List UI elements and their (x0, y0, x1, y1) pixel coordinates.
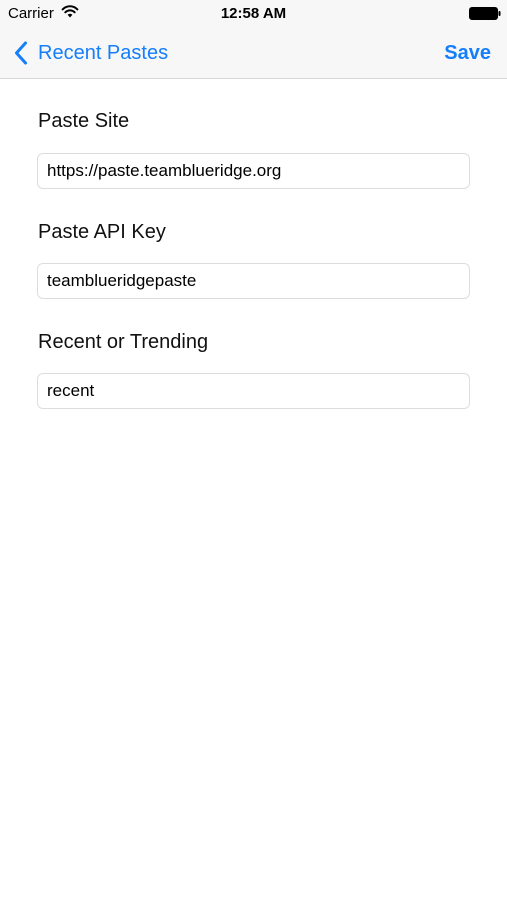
paste-site-label: Paste Site (38, 110, 130, 132)
mode-label: Recent or Trending (38, 331, 209, 353)
back-button[interactable]: Recent Pastes (14, 38, 168, 68)
save-button[interactable]: Save (444, 38, 491, 68)
mode-input[interactable] (37, 373, 470, 409)
api-key-label: Paste API Key (38, 221, 166, 243)
battery-icon (469, 7, 501, 20)
status-bar: Carrier 12:58 AM (0, 0, 507, 28)
status-time: 12:58 AM (220, 5, 287, 22)
paste-site-input[interactable] (37, 153, 470, 189)
chevron-left-icon (15, 41, 27, 65)
back-button-label: Recent Pastes (38, 41, 169, 64)
top-bar: Carrier 12:58 AM Recent Pastes Save (0, 0, 507, 79)
api-key-input[interactable] (37, 263, 470, 299)
